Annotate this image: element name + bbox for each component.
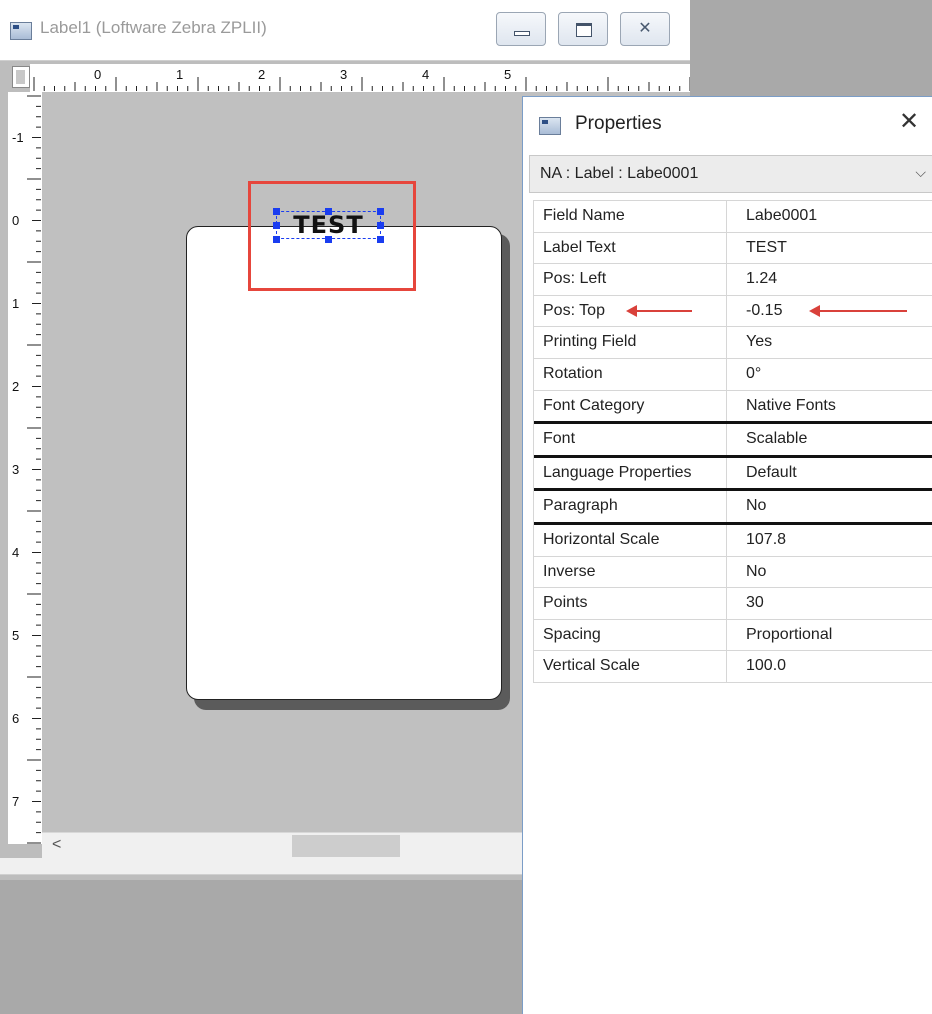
property-name: Points <box>534 588 727 619</box>
ruler-tick-label: 4 <box>12 545 19 560</box>
property-value[interactable]: Yes <box>734 327 932 358</box>
highlight-annotation-box <box>248 181 416 291</box>
minimize-button[interactable] <box>496 12 546 46</box>
annotation-arrow <box>626 304 692 317</box>
ruler-tick-label: 7 <box>12 794 19 809</box>
property-name: Label Text <box>534 232 727 264</box>
property-grid: Field Name Labe0001 Label Text TEST Pos: Lef… <box>533 200 932 683</box>
property-name: Font Category <box>534 390 727 422</box>
ruler-tick-label: 3 <box>340 67 347 82</box>
property-name: Pos: Left <box>534 264 727 295</box>
property-value[interactable]: Default <box>734 458 932 489</box>
property-value[interactable]: Proportional <box>734 620 932 651</box>
ruler-tick-label: 1 <box>176 67 183 82</box>
property-name: Language Properties <box>534 457 727 489</box>
designer-titlebar: Label1 (Loftware Zebra ZPLII) ✕ <box>0 0 690 61</box>
window-title: Label1 (Loftware Zebra ZPLII) <box>40 18 267 37</box>
property-value[interactable]: TEST <box>734 233 932 264</box>
app-icon <box>10 22 32 40</box>
properties-close-icon[interactable]: ✕ <box>899 107 919 136</box>
ruler-tick-label: 2 <box>258 67 265 82</box>
properties-title: Properties <box>575 113 662 134</box>
property-row[interactable]: Language Properties Default <box>534 457 932 492</box>
property-name: Rotation <box>534 358 727 390</box>
ruler-tick-label: 3 <box>12 462 19 477</box>
property-value[interactable]: No <box>734 491 932 522</box>
property-name: Spacing <box>534 619 727 651</box>
selected-object-label: NA : Label : Labe0001 <box>540 165 699 182</box>
ruler-tick-label: 6 <box>12 711 19 726</box>
property-row[interactable]: Vertical Scale 100.0 <box>534 651 932 683</box>
ruler-tick-label: 0 <box>12 213 19 228</box>
property-value[interactable]: Scalable <box>734 424 932 455</box>
ruler-tick-label: 2 <box>12 379 19 394</box>
property-row[interactable]: Printing Field Yes <box>534 327 932 359</box>
close-button[interactable]: ✕ <box>620 12 670 46</box>
ruler-tick-label: -1 <box>12 130 24 145</box>
property-row[interactable]: Field Name Labe0001 <box>534 201 932 233</box>
scroll-left-arrow-icon[interactable]: < <box>52 836 61 854</box>
property-value[interactable]: Native Fonts <box>734 391 932 422</box>
property-value[interactable]: No <box>734 557 932 588</box>
ruler-corner <box>12 66 30 88</box>
property-row[interactable]: Font Category Native Fonts <box>534 390 932 425</box>
property-row[interactable]: Rotation 0° <box>534 358 932 391</box>
annotation-arrow <box>809 304 907 317</box>
property-name: Field Name <box>534 201 727 232</box>
chevron-down-icon: ⌵ <box>915 164 926 180</box>
properties-panel: Properties ✕ NA : Label : Labe0001 ⌵ Fie… <box>522 96 932 1014</box>
property-value[interactable]: 100.0 <box>734 651 932 682</box>
ruler-tick-label: 5 <box>504 67 511 82</box>
property-value[interactable]: 1.24 <box>734 264 932 295</box>
maximize-button[interactable] <box>558 12 608 46</box>
ruler-tick-label: 1 <box>12 296 19 311</box>
property-name: Font <box>534 424 727 455</box>
property-value[interactable]: Labe0001 <box>734 201 932 232</box>
property-row[interactable]: Label Text TEST <box>534 232 932 265</box>
property-row[interactable]: Paragraph No <box>534 491 932 525</box>
object-selector-dropdown[interactable]: NA : Label : Labe0001 ⌵ <box>529 155 932 193</box>
properties-titlebar: Properties ✕ <box>523 97 932 153</box>
label-sheet[interactable] <box>186 226 502 700</box>
minimize-icon <box>514 31 530 36</box>
property-value[interactable]: 107.8 <box>734 525 932 556</box>
property-row[interactable]: Horizontal Scale 107.8 <box>534 524 932 557</box>
ruler-tick-label: 0 <box>94 67 101 82</box>
ruler-tick-label: 4 <box>422 67 429 82</box>
property-name: Printing Field <box>534 327 727 358</box>
property-name: Horizontal Scale <box>534 524 727 556</box>
property-row[interactable]: Points 30 <box>534 588 932 620</box>
property-row[interactable]: Spacing Proportional <box>534 619 932 652</box>
property-row[interactable]: Pos: Left 1.24 <box>534 264 932 296</box>
ruler-tick-label: 5 <box>12 628 19 643</box>
property-row[interactable]: Pos: Top -0.15 <box>534 295 932 328</box>
property-name: Inverse <box>534 556 727 588</box>
property-name: Paragraph <box>534 491 727 522</box>
property-value[interactable]: 0° <box>734 359 932 390</box>
property-row[interactable]: Font Scalable <box>534 424 932 458</box>
property-value[interactable]: 30 <box>734 588 932 619</box>
scroll-thumb[interactable] <box>292 835 400 857</box>
properties-icon <box>539 117 561 135</box>
property-name: Vertical Scale <box>534 651 727 682</box>
horizontal-ruler: -1012345 <box>30 64 690 93</box>
maximize-icon <box>576 23 592 37</box>
property-row[interactable]: Inverse No <box>534 556 932 589</box>
vertical-ruler: -1 0 1 2 3 4 5 6 7 <box>8 92 43 844</box>
close-icon: ✕ <box>638 20 652 37</box>
